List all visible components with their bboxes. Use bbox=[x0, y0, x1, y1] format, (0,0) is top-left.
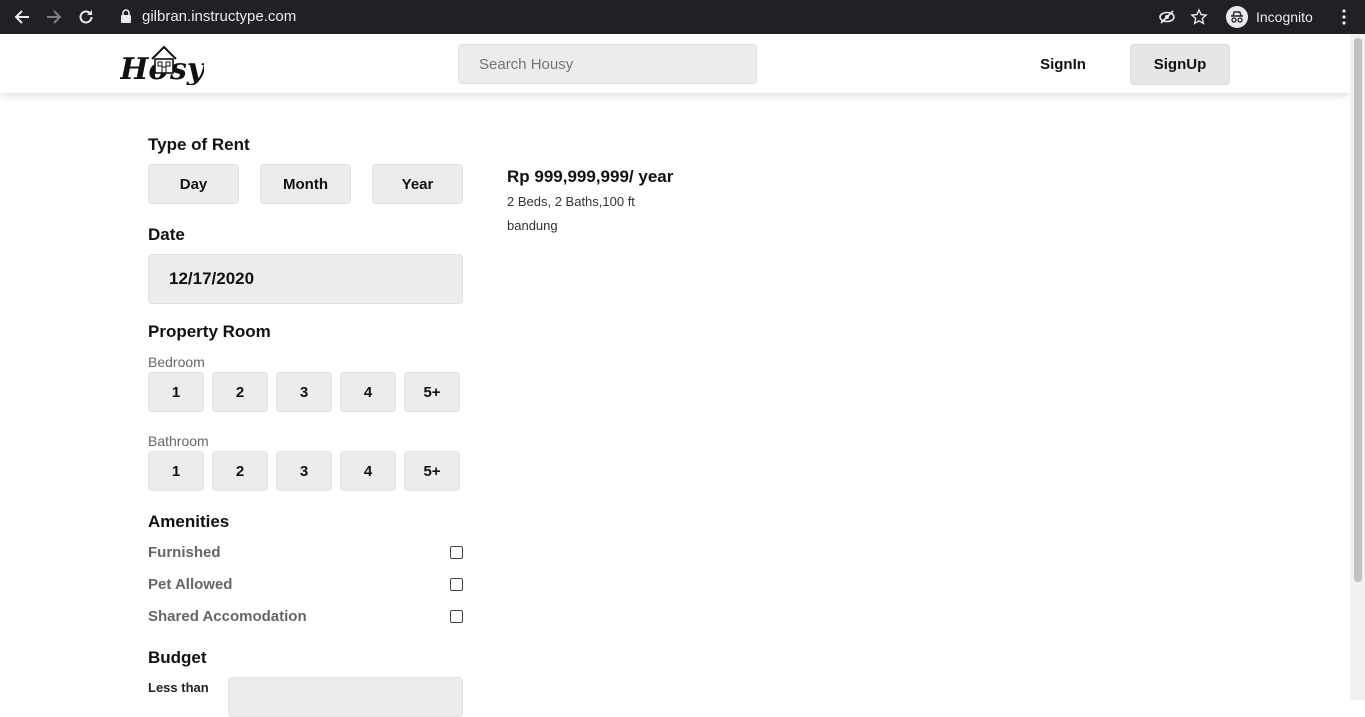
rent-day-button[interactable]: Day bbox=[148, 164, 239, 204]
amenities-heading: Amenities bbox=[148, 512, 230, 531]
back-icon[interactable] bbox=[11, 6, 33, 28]
site-header: Ho sy SignIn SignUp bbox=[0, 34, 1350, 93]
bathroom-option[interactable]: 4 bbox=[340, 451, 396, 491]
budget-input[interactable] bbox=[228, 677, 463, 717]
type-of-rent-heading: Type of Rent bbox=[148, 135, 250, 154]
incognito-icon bbox=[1226, 5, 1248, 28]
eye-off-icon[interactable] bbox=[1156, 6, 1178, 28]
budget-less-than-label: Less than bbox=[148, 680, 209, 695]
bedroom-option[interactable]: 3 bbox=[276, 372, 332, 412]
scrollbar-thumb[interactable] bbox=[1354, 38, 1362, 582]
signup-button[interactable]: SignUp bbox=[1130, 44, 1230, 85]
amenity-furnished-label: Furnished bbox=[148, 544, 221, 561]
bathroom-option[interactable]: 5+ bbox=[404, 451, 460, 491]
amenity-furnished-checkbox[interactable] bbox=[450, 546, 463, 559]
page-scrollbar[interactable] bbox=[1350, 34, 1365, 700]
rent-year-button[interactable]: Year bbox=[372, 164, 463, 204]
bedroom-option[interactable]: 4 bbox=[340, 372, 396, 412]
budget-heading: Budget bbox=[148, 648, 207, 667]
incognito-profile[interactable]: Incognito bbox=[1226, 4, 1326, 29]
bathroom-option[interactable]: 2 bbox=[212, 451, 268, 491]
bedroom-option[interactable]: 1 bbox=[148, 372, 204, 412]
forward-icon[interactable] bbox=[43, 6, 65, 28]
housy-logo[interactable]: Ho sy bbox=[119, 41, 207, 87]
incognito-label: Incognito bbox=[1256, 8, 1313, 25]
signin-button[interactable]: SignIn bbox=[1022, 44, 1104, 84]
bathroom-option[interactable]: 3 bbox=[276, 451, 332, 491]
bedroom-label: Bedroom bbox=[148, 354, 205, 370]
bathroom-option[interactable]: 1 bbox=[148, 451, 204, 491]
listing-specs: 2 Beds, 2 Baths,100 ft bbox=[507, 194, 635, 209]
amenity-pet-allowed-label: Pet Allowed bbox=[148, 576, 233, 593]
menu-dots-icon[interactable] bbox=[1333, 6, 1355, 28]
bathroom-label: Bathroom bbox=[148, 433, 209, 449]
search-input[interactable] bbox=[458, 44, 757, 84]
property-room-heading: Property Room bbox=[148, 322, 271, 341]
page: Ho sy SignIn SignUp Type of Rent Day Mon… bbox=[0, 34, 1350, 717]
star-icon[interactable] bbox=[1188, 6, 1210, 28]
amenity-pet-allowed-checkbox[interactable] bbox=[450, 578, 463, 591]
amenity-shared-accomodation-label: Shared Accomodation bbox=[148, 608, 307, 625]
amenity-shared-accomodation-checkbox[interactable] bbox=[450, 610, 463, 623]
listing-price: Rp 999,999,999/ year bbox=[507, 167, 674, 186]
address-bar[interactable]: gilbran.instructype.com bbox=[142, 8, 296, 25]
bedroom-option[interactable]: 5+ bbox=[404, 372, 460, 412]
lock-icon[interactable] bbox=[120, 9, 132, 28]
house-logo-mark: Ho sy bbox=[119, 45, 207, 87]
listing-location: bandung bbox=[507, 218, 558, 233]
reload-icon[interactable] bbox=[75, 6, 97, 28]
bedroom-option[interactable]: 2 bbox=[212, 372, 268, 412]
rent-month-button[interactable]: Month bbox=[260, 164, 351, 204]
date-heading: Date bbox=[148, 225, 185, 244]
browser-toolbar: gilbran.instructype.com Incognito bbox=[0, 0, 1365, 34]
date-field[interactable]: 12/17/2020 bbox=[148, 254, 463, 304]
